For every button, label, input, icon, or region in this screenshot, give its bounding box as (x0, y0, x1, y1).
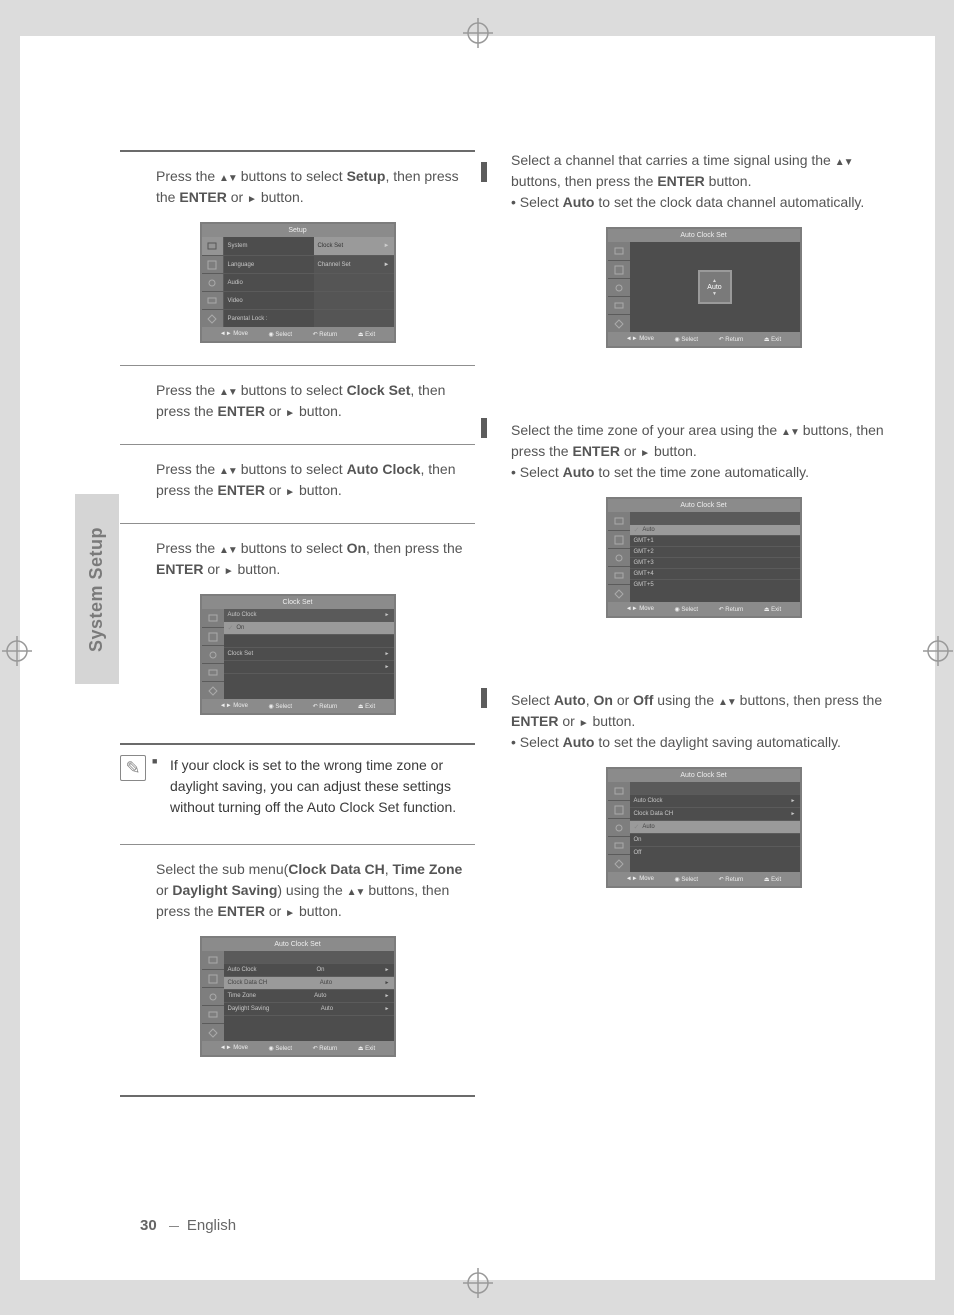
note-icon: ✎ (120, 755, 146, 781)
right-icon (247, 189, 257, 205)
step-2: Press the buttons to select Clock Set, t… (120, 365, 475, 444)
step-3: Press the buttons to select Auto Clock, … (120, 444, 475, 523)
section-tab-label: System Setup (87, 526, 108, 651)
step-5-1: Select a channel that carries a time sig… (511, 150, 896, 370)
section-tab: System Setup (75, 494, 119, 684)
osd-ds: Auto Clock Set Auto Clock Clock (606, 767, 802, 888)
section-bar (481, 162, 487, 182)
right-icon (285, 403, 295, 419)
manual-page: System Setup Press the buttons to select… (20, 36, 935, 1280)
osd-clock-set: Clock Set Auto Clock On (200, 594, 396, 715)
page-number: 30 (140, 1217, 157, 1234)
up-down-icon (835, 152, 853, 168)
up-down-icon (219, 540, 237, 556)
note: ✎ If your clock is set to the wrong time… (120, 743, 475, 844)
right-icon (579, 713, 589, 729)
channel-spinner: ▲Auto▼ (698, 270, 732, 304)
right-icon (285, 903, 295, 919)
up-down-icon (219, 382, 237, 398)
osd-setup: Setup SystemClock Set► LanguageChannel S… (200, 222, 396, 343)
step-5-3: Select Auto, On or Off using the buttons… (511, 676, 896, 910)
step-5: Select the sub menu(Clock Data CH, Time … (120, 844, 475, 1079)
up-down-icon (718, 692, 736, 708)
crop-mark-bottom (463, 1268, 493, 1298)
osd-auto-clock-set: Auto Clock Set Auto ClockOn Cloc (200, 936, 396, 1057)
up-down-icon (219, 461, 237, 477)
crop-mark-left (2, 636, 32, 666)
crop-mark-top (463, 18, 493, 48)
page-footer: 30 English (140, 1217, 236, 1234)
up-down-icon (219, 168, 237, 184)
page-lang: English (187, 1217, 236, 1234)
step-5-2: Select the time zone of your area using … (511, 406, 896, 640)
osd-cdc: Auto Clock Set ▲Auto▼ ◄► Mo (606, 227, 802, 348)
section-bar (481, 418, 487, 438)
step-4: Press the buttons to select On, then pre… (120, 523, 475, 737)
osd-tz: Auto Clock Set Auto GMT+1 (606, 497, 802, 618)
right-icon (640, 443, 650, 459)
section-bar (481, 688, 487, 708)
up-down-icon (781, 422, 799, 438)
crop-mark-right (923, 636, 953, 666)
step-1: Press the buttons to select Setup, then … (120, 150, 475, 365)
right-icon (285, 482, 295, 498)
right-icon (224, 561, 234, 577)
up-down-icon (347, 882, 365, 898)
